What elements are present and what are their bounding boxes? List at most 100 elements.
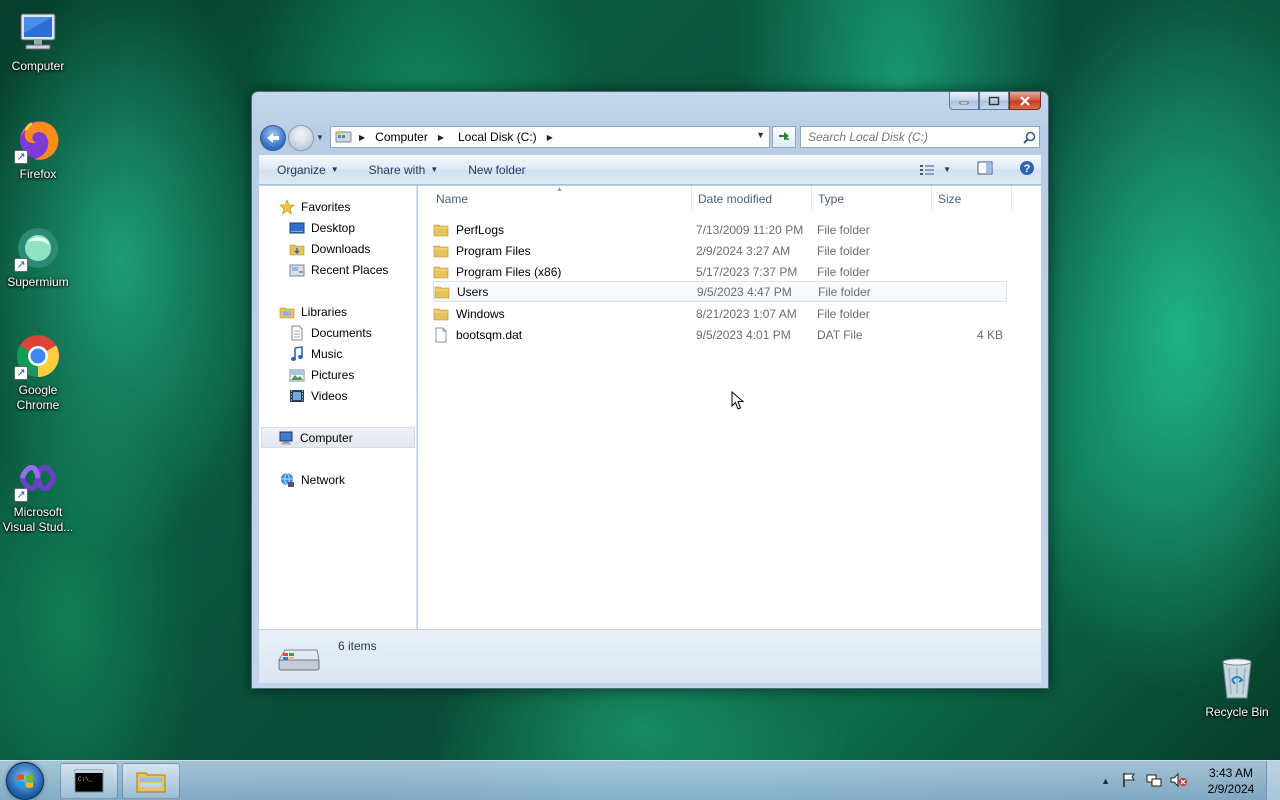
- nav-computer[interactable]: Computer: [261, 427, 415, 448]
- change-view-button[interactable]: ▼: [919, 164, 951, 176]
- file-row[interactable]: PerfLogs 7/13/2009 11:20 PM File folder: [433, 219, 1007, 240]
- recent-places-icon: [289, 262, 305, 278]
- desktop-icon-visual-studio[interactable]: ↗ Microsoft Visual Stud...: [0, 454, 76, 535]
- file-row[interactable]: Windows 8/21/2023 1:07 AM File folder: [433, 303, 1007, 324]
- folder-icon: [433, 243, 449, 259]
- svg-text:C:\_: C:\_: [78, 776, 93, 783]
- file-name: bootsqm.dat: [456, 327, 523, 342]
- share-with-menu[interactable]: Share with ▼: [349, 155, 449, 184]
- desktop-icon-google-chrome[interactable]: ↗ Google Chrome: [0, 332, 76, 413]
- desktop-icon-recycle-bin[interactable]: Recycle Bin: [1199, 654, 1275, 720]
- folder-icon: [433, 264, 449, 280]
- minimize-button[interactable]: [949, 92, 979, 110]
- file-type: File folder: [817, 222, 870, 237]
- nav-desktop[interactable]: Desktop: [289, 217, 355, 238]
- nav-label: Favorites: [301, 199, 351, 214]
- file-name: Program Files: [456, 243, 531, 258]
- windows-explorer-icon: [136, 772, 166, 793]
- start-button[interactable]: [6, 762, 44, 800]
- recycle-bin-icon: [1213, 654, 1261, 702]
- close-icon: [1020, 95, 1030, 106]
- nav-pictures[interactable]: Pictures: [289, 364, 354, 385]
- network-tray-icon[interactable]: [1146, 772, 1162, 791]
- search-box[interactable]: [800, 126, 1040, 148]
- preview-pane-button[interactable]: [977, 161, 993, 178]
- visual-studio-icon: ↗: [14, 454, 62, 502]
- column-label: Name: [436, 192, 469, 206]
- column-header-size[interactable]: Size: [932, 186, 1012, 212]
- folder-icon: [434, 284, 450, 300]
- nav-music[interactable]: Music: [289, 343, 342, 364]
- forward-arrow-icon: [295, 133, 307, 143]
- breadcrumb-computer[interactable]: Computer ▶: [371, 127, 454, 147]
- nav-recent-places[interactable]: Recent Places: [289, 259, 388, 280]
- file-date: 5/17/2023 7:37 PM: [696, 264, 798, 279]
- star-icon: [279, 198, 295, 215]
- back-arrow-icon: [267, 133, 279, 143]
- maximize-icon: [988, 96, 1000, 105]
- nav-documents[interactable]: Documents: [289, 322, 372, 343]
- clock-date: 2/9/2024: [1207, 782, 1255, 796]
- forward-button[interactable]: [288, 125, 314, 151]
- folder-icon: [433, 222, 449, 238]
- desktop-icon-supermium[interactable]: ↗ Supermium: [0, 224, 76, 290]
- file-type: DAT File: [817, 327, 863, 342]
- desktop-icon-label: Computer: [11, 59, 65, 73]
- file-name: Program Files (x86): [456, 264, 562, 279]
- shortcut-arrow-icon: ↗: [14, 366, 28, 380]
- organize-menu[interactable]: Organize ▼: [259, 155, 349, 184]
- breadcrumb-label: Local Disk (C:): [458, 130, 537, 144]
- column-header-date-modified[interactable]: Date modified: [692, 186, 812, 212]
- computer-icon: [278, 430, 294, 446]
- file-row[interactable]: Program Files (x86) 5/17/2023 7:37 PM Fi…: [433, 261, 1007, 282]
- action-center-flag-icon[interactable]: [1122, 772, 1136, 791]
- help-button[interactable]: ?: [1019, 160, 1035, 179]
- file-row[interactable]: Program Files 2/9/2024 3:27 AM File fold…: [433, 240, 1007, 261]
- file-row[interactable]: Users 9/5/2023 4:47 PM File folder: [433, 281, 1007, 302]
- breadcrumb-local-disk[interactable]: Local Disk (C:) ▶: [454, 127, 563, 147]
- taskbar-command-prompt[interactable]: C:\_: [60, 763, 118, 799]
- show-hidden-icons-button[interactable]: ▲: [1101, 776, 1110, 786]
- desktop-icon-firefox[interactable]: ↗ Firefox: [0, 116, 76, 182]
- pictures-icon: [289, 367, 305, 383]
- address-history-dropdown[interactable]: ▼: [756, 130, 765, 140]
- column-header-name[interactable]: Name: [430, 186, 692, 212]
- command-bar: Organize ▼ Share with ▼ New folder ▼ ?: [259, 155, 1041, 185]
- file-row[interactable]: bootsqm.dat 9/5/2023 4:01 PM DAT File 4 …: [433, 324, 1007, 345]
- show-desktop-button[interactable]: [1266, 761, 1280, 800]
- nav-videos[interactable]: Videos: [289, 385, 347, 406]
- back-button[interactable]: [260, 125, 286, 151]
- view-controls: ▼ ?: [919, 155, 1035, 184]
- nav-network[interactable]: Network: [279, 469, 345, 490]
- clock-time: 3:43 AM: [1208, 766, 1254, 780]
- file-name: Windows: [456, 306, 505, 321]
- nav-label: Computer: [300, 430, 353, 445]
- column-header-type[interactable]: Type: [812, 186, 932, 212]
- nav-label: Videos: [311, 388, 348, 403]
- breadcrumb-separator-icon[interactable]: ▶: [438, 133, 444, 142]
- new-folder-button[interactable]: New folder: [448, 155, 535, 184]
- refresh-button[interactable]: [772, 126, 796, 148]
- volume-muted-icon[interactable]: [1170, 772, 1188, 791]
- search-input[interactable]: [801, 130, 1019, 144]
- desktop-icon: [289, 220, 305, 236]
- nav-label: Downloads: [311, 241, 371, 256]
- recent-pages-dropdown[interactable]: ▼: [316, 133, 324, 142]
- taskbar-windows-explorer[interactable]: [122, 763, 180, 799]
- nav-libraries[interactable]: Libraries: [279, 301, 347, 322]
- nav-downloads[interactable]: Downloads: [289, 238, 370, 259]
- organize-label: Organize: [277, 162, 326, 177]
- desktop-icon-label: Supermium: [7, 275, 69, 289]
- navigation-pane: Favorites Desktop Downloads Recent Place…: [259, 186, 417, 629]
- address-bar[interactable]: ▶ Computer ▶ Local Disk (C:) ▶ ▼: [330, 126, 770, 148]
- clock[interactable]: 3:43 AM 2/9/2024: [1196, 765, 1266, 797]
- nav-favorites[interactable]: Favorites: [279, 196, 350, 217]
- shortcut-arrow-icon: ↗: [14, 488, 28, 502]
- close-button[interactable]: [1009, 92, 1041, 110]
- desktop-icon-computer[interactable]: Computer: [0, 8, 76, 74]
- maximize-button[interactable]: [979, 92, 1009, 110]
- breadcrumb-separator-icon[interactable]: ▶: [547, 133, 553, 142]
- search-icon[interactable]: [1019, 131, 1039, 144]
- file-type: File folder: [817, 306, 870, 321]
- windows-logo-icon: [17, 774, 33, 788]
